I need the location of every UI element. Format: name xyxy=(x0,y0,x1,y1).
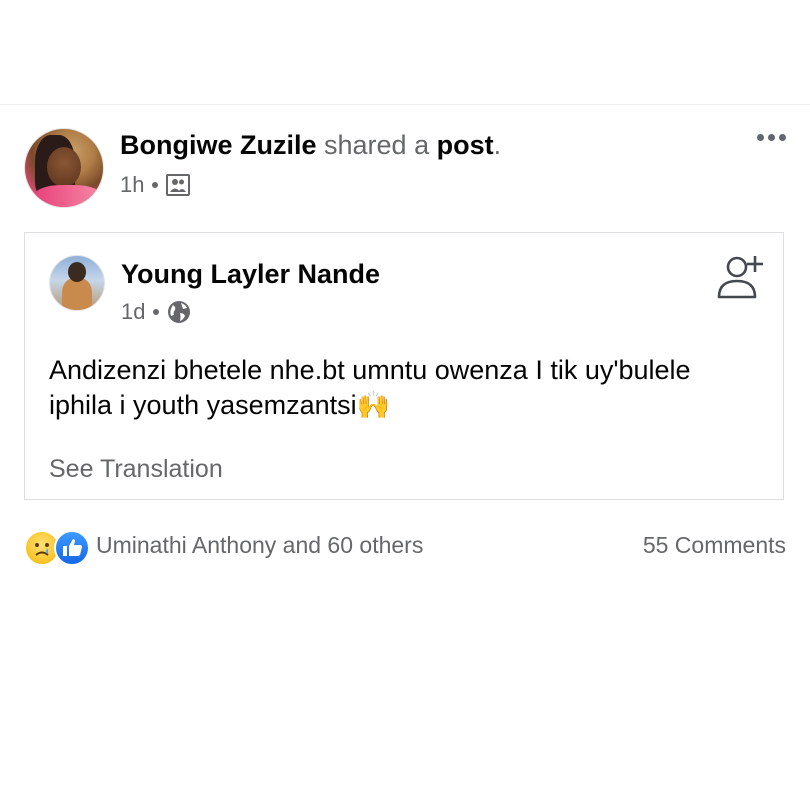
action-prefix: shared a xyxy=(316,130,437,160)
shared-post-meta: 1d xyxy=(121,299,191,325)
add-friend-icon xyxy=(715,253,765,301)
top-divider xyxy=(0,104,810,105)
comments-count[interactable]: 55 Comments xyxy=(643,532,786,559)
shared-post-text: Andizenzi bhetele nhe.bt umntu owenza I … xyxy=(49,355,691,420)
post-time[interactable]: 1h xyxy=(120,172,144,198)
more-dot-icon xyxy=(768,134,775,141)
post-header: Bongiwe Zuzile shared a post. 1h xyxy=(24,128,786,208)
more-options-button[interactable] xyxy=(757,134,786,141)
separator-dot xyxy=(152,182,159,188)
action-suffix: . xyxy=(493,130,502,160)
more-dot-icon xyxy=(757,134,764,141)
author-name[interactable]: Bongiwe Zuzile xyxy=(120,130,317,160)
separator-dot xyxy=(153,309,160,315)
shared-author-name[interactable]: Young Layler Nande xyxy=(121,259,380,290)
see-translation-link[interactable]: See Translation xyxy=(49,455,223,484)
author-avatar[interactable] xyxy=(24,128,104,208)
globe-icon xyxy=(167,300,191,324)
shared-post-card[interactable]: Young Layler Nande 1d Andizenzi bhetele … xyxy=(24,232,784,500)
post-meta: 1h xyxy=(120,172,191,198)
like-icon xyxy=(54,530,90,566)
reaction-icons[interactable] xyxy=(24,530,90,566)
group-icon xyxy=(166,174,191,196)
reactions-row: Uminathi Anthony and 60 others 55 Commen… xyxy=(24,530,786,566)
add-friend-button[interactable] xyxy=(715,253,765,301)
action-object-link[interactable]: post xyxy=(437,130,494,160)
shared-post-time[interactable]: 1d xyxy=(121,299,145,325)
shared-author-avatar[interactable] xyxy=(49,255,105,311)
post-header-line: Bongiwe Zuzile shared a post. xyxy=(120,130,501,161)
reaction-names[interactable]: Uminathi Anthony and 60 others xyxy=(96,532,423,559)
more-dot-icon xyxy=(779,134,786,141)
